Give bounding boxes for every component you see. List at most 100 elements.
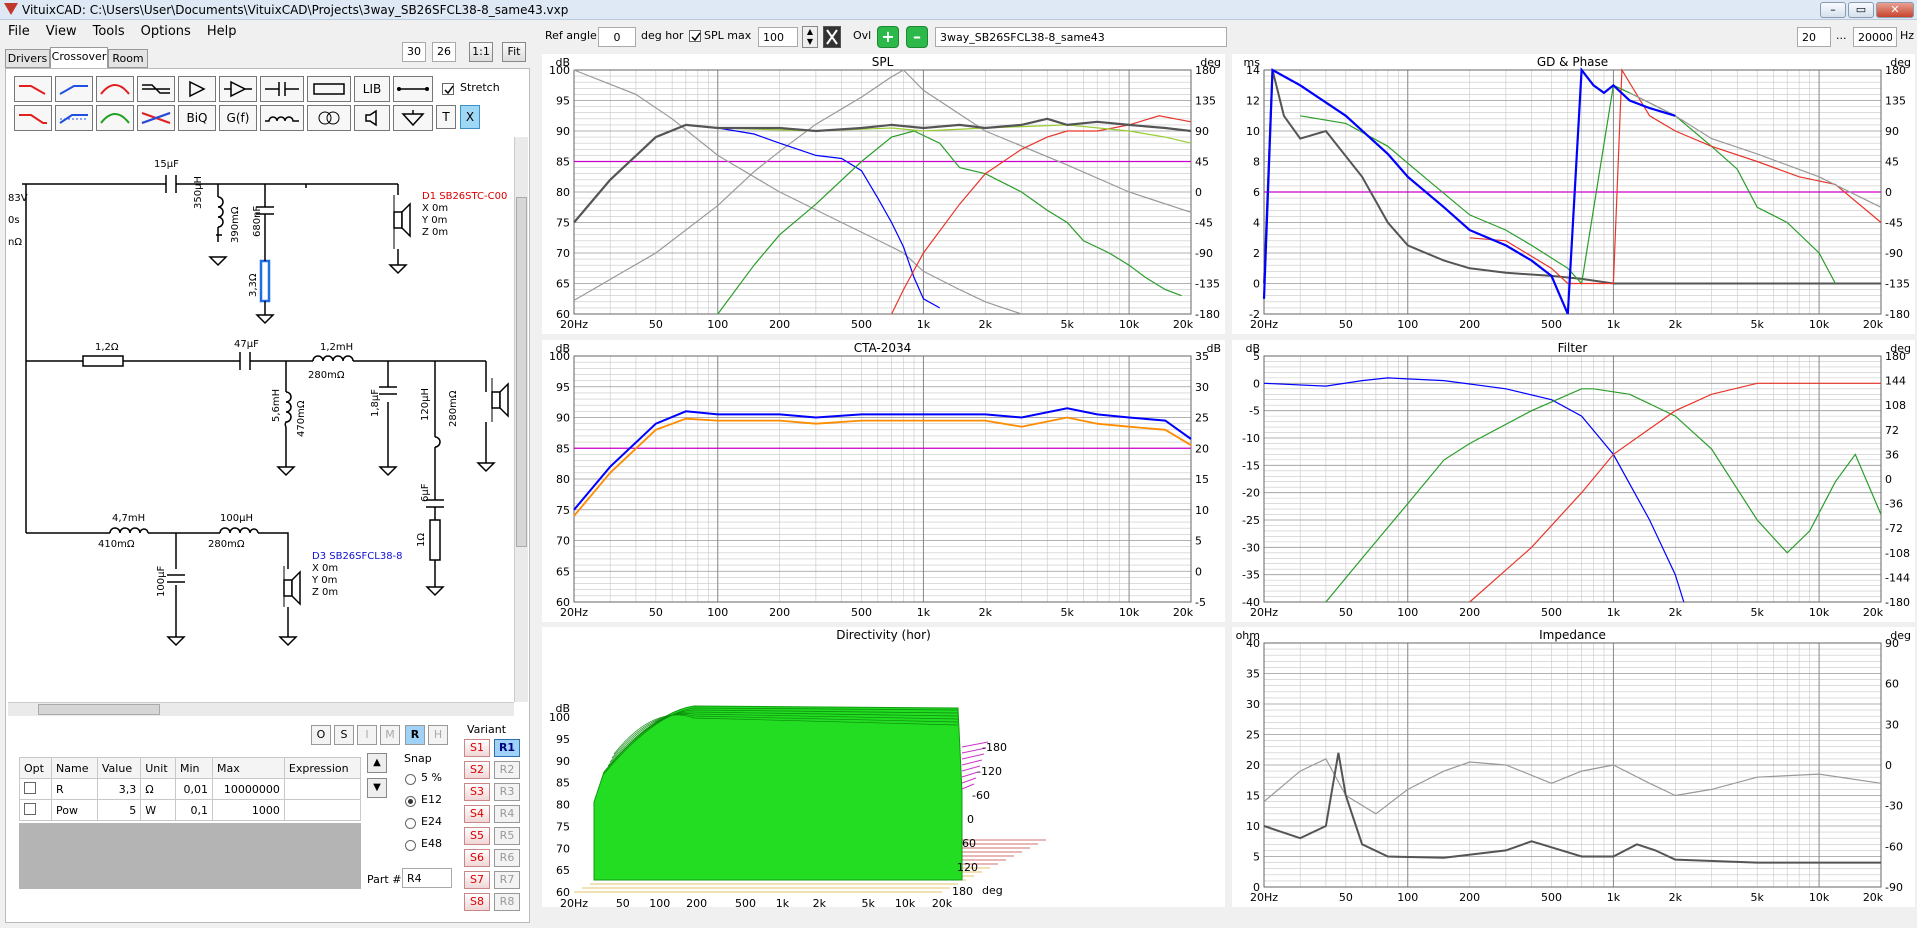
opt-h-button[interactable]: H [428, 725, 448, 745]
spl-max-spinner[interactable]: ▲ ▼ [802, 26, 818, 48]
tab-room[interactable]: Room [108, 49, 148, 68]
variant-save-s5[interactable]: S5 [464, 827, 490, 845]
inductor-button[interactable] [260, 105, 304, 131]
menu-file[interactable]: File [0, 21, 38, 42]
gain-button[interactable] [178, 76, 216, 102]
snap-5pct-radio[interactable] [405, 774, 416, 785]
variant-recall-r3[interactable]: R3 [494, 783, 520, 801]
add-overlay-button[interactable]: + [877, 26, 899, 48]
remove-overlay-button[interactable]: – [906, 26, 928, 48]
ref-angle-input[interactable] [598, 27, 636, 47]
opt-checkbox[interactable] [24, 802, 36, 815]
shelf-button[interactable] [137, 76, 175, 102]
gf-button[interactable]: G(f) [219, 105, 257, 131]
library-button[interactable]: LIB [354, 76, 390, 102]
hscroll-thumb[interactable] [38, 704, 160, 715]
cell-max[interactable]: 1000 [212, 799, 285, 821]
capacitor-button[interactable] [260, 76, 304, 102]
variant-recall-r2[interactable]: R2 [494, 761, 520, 779]
opt-checkbox[interactable] [24, 781, 36, 794]
menu-tools[interactable]: Tools [85, 21, 133, 42]
table-row[interactable]: Pow 5 W 0,1 1000 [18, 799, 362, 821]
cell-expression[interactable] [283, 778, 362, 800]
lowpass-1-button[interactable] [14, 76, 52, 102]
zoom-1to1-button[interactable]: 1:1 [469, 42, 493, 62]
variant-recall-r1[interactable]: R1 [494, 739, 520, 757]
cell-value[interactable]: 5 [96, 799, 142, 821]
zoom-width-field[interactable]: 30 [402, 42, 426, 62]
amp-button[interactable] [219, 76, 257, 102]
variant-recall-r5[interactable]: R5 [494, 827, 520, 845]
schematic-vscrollbar[interactable] [514, 137, 528, 702]
close-button[interactable]: ✕ [1876, 2, 1914, 18]
transformer-button[interactable] [307, 105, 351, 131]
notch-button[interactable] [137, 105, 175, 131]
move-up-button[interactable]: ▲ [367, 753, 387, 773]
parameter-table[interactable]: Opt Name Value Unit Min Max Expression R 3,3 Ω 0,… [18, 757, 362, 821]
variant-recall-r6[interactable]: R6 [494, 849, 520, 867]
variant-save-s2[interactable]: S2 [464, 761, 490, 779]
project-name-field[interactable] [935, 27, 1227, 47]
lowpass-2-button[interactable] [14, 105, 52, 131]
ground-button[interactable] [393, 105, 433, 131]
minimize-button[interactable]: – [1820, 2, 1846, 18]
cell-max[interactable]: 10000000 [212, 778, 285, 800]
table-row[interactable]: R 3,3 Ω 0,01 10000000 [18, 778, 362, 800]
cell-value[interactable]: 3,3 [96, 778, 142, 800]
spl-max-input[interactable] [758, 27, 798, 47]
menu-options[interactable]: Options [133, 21, 199, 42]
variant-save-s1[interactable]: S1 [464, 739, 490, 757]
auto-scale-button[interactable] [823, 26, 841, 48]
text-button[interactable]: T [436, 105, 456, 129]
cell-min[interactable]: 0,01 [174, 778, 214, 800]
variant-save-s8[interactable]: S8 [464, 893, 490, 911]
menu-view[interactable]: View [38, 21, 85, 42]
directivity-chart[interactable]: Directivity (hor) dB 100 95 90 85 80 75 70 65 60 20… [542, 627, 1225, 910]
opt-r-button[interactable]: R [405, 725, 425, 745]
cell-min[interactable]: 0,1 [174, 799, 214, 821]
tab-crossover[interactable]: Crossover [50, 47, 108, 69]
variant-recall-r7[interactable]: R7 [494, 871, 520, 889]
spl-chart[interactable]: SPL dB deg 100 95 90 85 80 75 70 65 60 180 135 90 45 0 -4… [542, 54, 1225, 334]
tab-drivers[interactable]: Drivers [5, 49, 50, 68]
cta2034-chart[interactable]: CTA-2034 dB dB 100 95 90 85 80 75 70 65 60 35 30 25 20 1… [542, 340, 1225, 622]
freq-high-input[interactable] [1853, 27, 1897, 47]
variant-save-s7[interactable]: S7 [464, 871, 490, 889]
opt-o-button[interactable]: O [311, 725, 331, 745]
stretch-checkbox[interactable] [442, 83, 454, 95]
part-number-input[interactable] [402, 868, 452, 888]
spl-max-checkbox[interactable] [689, 30, 701, 42]
variant-save-s4[interactable]: S4 [464, 805, 490, 823]
snap-e48-radio[interactable] [405, 840, 416, 851]
opt-m-button[interactable]: M [380, 725, 400, 745]
zoom-fit-button[interactable]: Fit [502, 42, 526, 62]
variant-save-s3[interactable]: S3 [464, 783, 490, 801]
biquad-button[interactable]: BiQ [178, 105, 216, 131]
snap-e24-radio[interactable] [405, 818, 416, 829]
maximize-button[interactable]: ▭ [1848, 2, 1874, 18]
variant-recall-r8[interactable]: R8 [494, 893, 520, 911]
menu-help[interactable]: Help [199, 21, 245, 42]
bandpass-2-button[interactable] [96, 105, 134, 131]
schematic-hscrollbar[interactable] [8, 702, 514, 716]
freq-low-input[interactable] [1797, 27, 1831, 47]
driver-button[interactable] [354, 105, 390, 131]
gd-phase-chart[interactable]: GD & Phase ms deg 14 12 10 8 6 4 2 0 -2 180 135 90 45 0-… [1232, 54, 1915, 334]
variant-save-s6[interactable]: S6 [464, 849, 490, 867]
delete-button[interactable]: X [460, 105, 480, 129]
move-down-button[interactable]: ▼ [367, 778, 387, 798]
driver-d1-label[interactable]: D1 SB26STC-C00 X 0m Y 0m Z 0m [422, 191, 507, 239]
bandpass-1-button[interactable] [96, 76, 134, 102]
highpass-1-button[interactable] [55, 76, 93, 102]
wire-button[interactable] [393, 76, 433, 102]
snap-e12-radio[interactable] [405, 796, 416, 807]
highpass-2-button[interactable] [55, 105, 93, 131]
vscroll-thumb[interactable] [516, 197, 527, 547]
resistor-button[interactable] [307, 76, 351, 102]
cell-expression[interactable] [283, 799, 362, 821]
opt-i-button[interactable]: I [357, 725, 377, 745]
zoom-height-field[interactable]: 26 [432, 42, 456, 62]
filter-chart[interactable]: Filter dB deg 5 0 -5 -10 -15 -20 -25 -30 -35 -40 180 1… [1232, 340, 1915, 622]
variant-recall-r4[interactable]: R4 [494, 805, 520, 823]
opt-s-button[interactable]: S [334, 725, 354, 745]
